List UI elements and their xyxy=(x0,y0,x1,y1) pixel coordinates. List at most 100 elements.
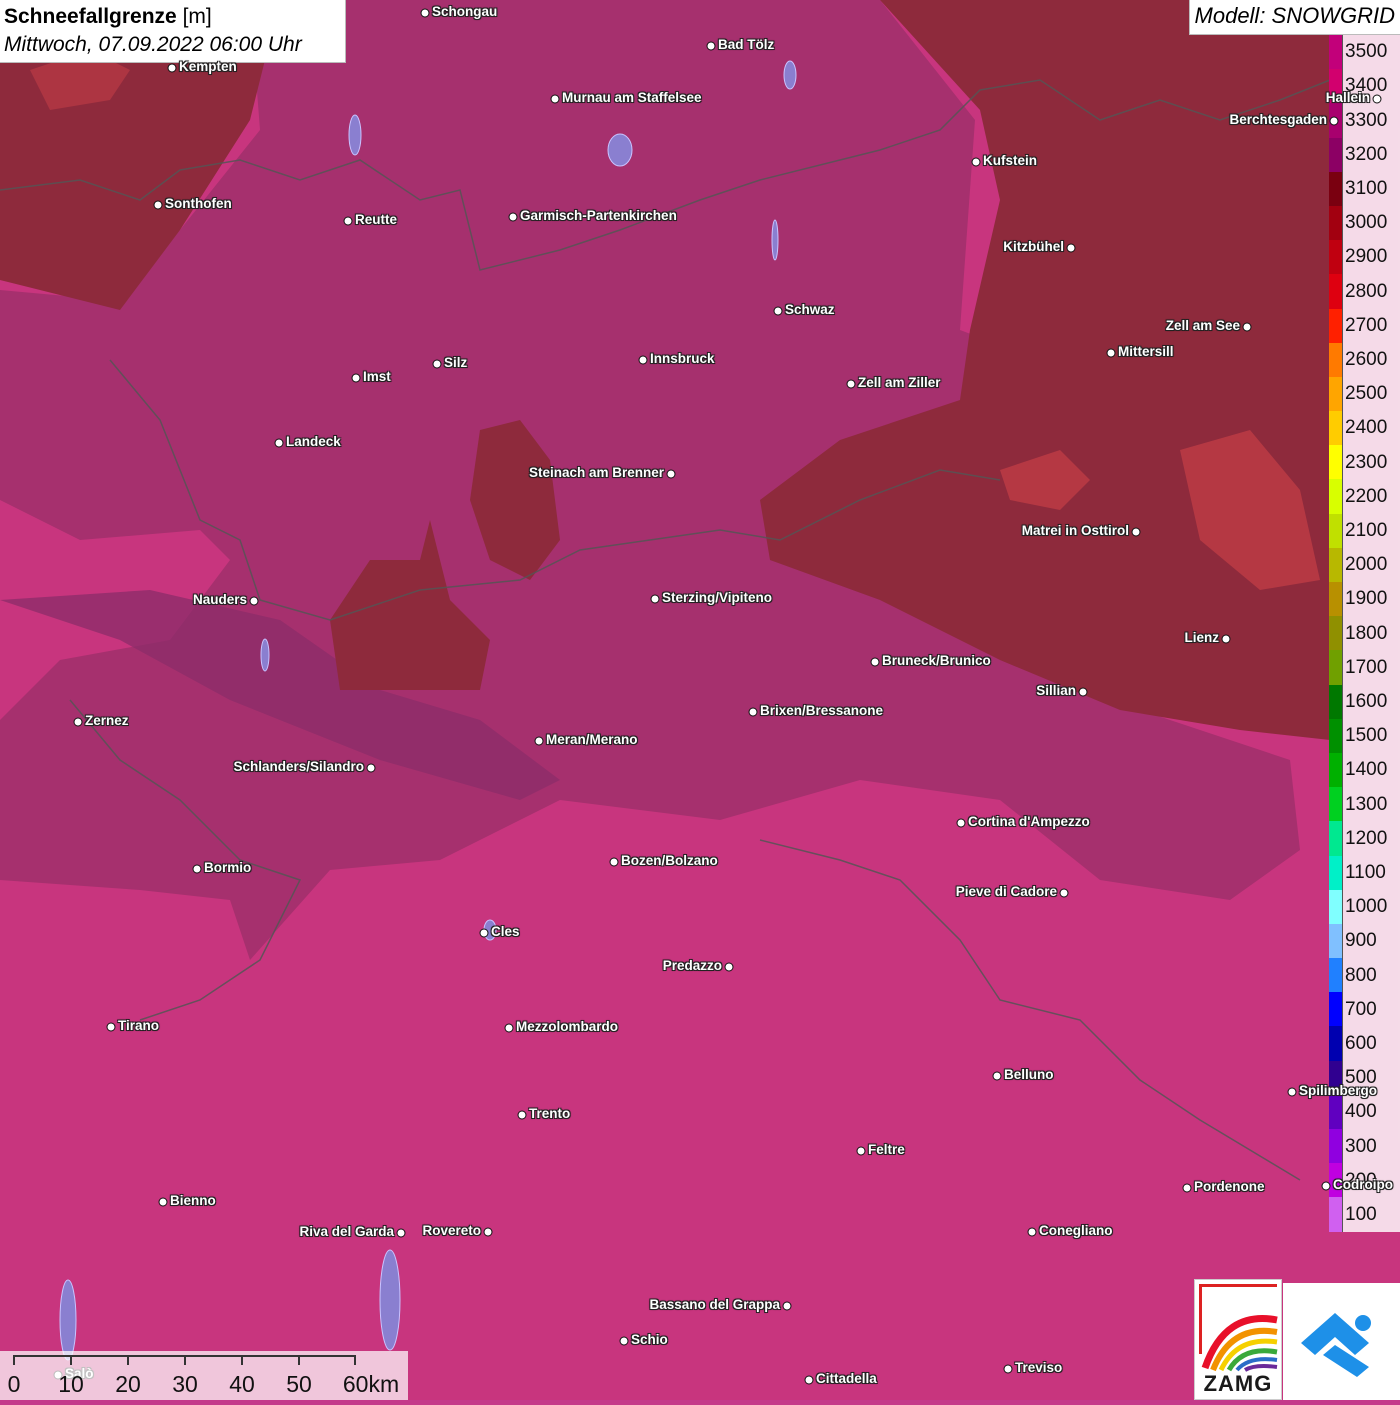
legend-swatch xyxy=(1329,376,1342,412)
legend-swatch xyxy=(1329,650,1342,685)
city-marker xyxy=(249,596,259,606)
legend-label: 1200 xyxy=(1345,827,1388,849)
legend-swatch xyxy=(1329,616,1342,651)
city-label: Silz xyxy=(444,355,468,370)
city-label: Reutte xyxy=(355,212,398,227)
city-marker xyxy=(782,1301,792,1311)
legend-label: 2800 xyxy=(1345,280,1388,302)
city-marker xyxy=(420,8,430,18)
city-label: Bormio xyxy=(204,860,252,875)
scale-tick xyxy=(354,1355,356,1365)
legend-label: 2500 xyxy=(1345,383,1388,405)
city-label: Treviso xyxy=(1015,1360,1063,1375)
city-label: Kitzbühel xyxy=(1003,239,1064,254)
scale-tick-label: 10 xyxy=(58,1371,84,1397)
city-marker xyxy=(1059,888,1069,898)
city-label: Cortina d'Ampezzo xyxy=(968,814,1090,829)
legend-swatch xyxy=(1329,35,1342,70)
city-marker xyxy=(274,438,284,448)
city-label: Trento xyxy=(529,1106,571,1121)
city-marker xyxy=(343,216,353,226)
legend-swatch xyxy=(1329,855,1342,890)
city-marker xyxy=(724,962,734,972)
legend-label: 2700 xyxy=(1345,314,1388,336)
city-label: Schio xyxy=(631,1332,668,1347)
city-label: Kufstein xyxy=(983,153,1037,168)
city-label: Zell am Ziller xyxy=(858,375,941,390)
zamg-logo-text: ZAMG xyxy=(1203,1371,1273,1396)
title-panel: Schneefallgrenze [m] Mittwoch, 07.09.202… xyxy=(0,0,346,63)
legend-swatch xyxy=(1329,958,1342,993)
scale-tick-label: 20 xyxy=(115,1371,141,1397)
city-label: Berchtesgaden xyxy=(1229,112,1327,127)
legend-label: 700 xyxy=(1345,998,1377,1020)
city-label: Sterzing/Vipiteno xyxy=(662,590,773,605)
city-marker xyxy=(534,736,544,746)
legend-label: 2000 xyxy=(1345,554,1388,576)
scale-bar: 0 10 20 30 40 50 60km xyxy=(0,1351,408,1400)
city-marker xyxy=(856,1146,866,1156)
city-marker xyxy=(804,1375,814,1385)
legend-label: 1600 xyxy=(1345,690,1388,712)
city-label: Bassano del Grappa xyxy=(649,1297,780,1312)
color-legend: 3500 3400 3300 3200 3100 3000 2900 2800 2700 2600… xyxy=(1329,35,1400,1232)
city-label: Belluno xyxy=(1004,1067,1054,1082)
scale-tick-label: 60km xyxy=(342,1371,400,1397)
legend-swatch xyxy=(1329,479,1342,514)
city-label: Pieve di Cadore xyxy=(955,884,1057,899)
scale-tick xyxy=(298,1355,300,1365)
city-marker xyxy=(1329,116,1339,126)
city-label: Schwaz xyxy=(785,302,835,317)
legend-swatch xyxy=(1329,1197,1342,1232)
city-marker xyxy=(158,1197,168,1207)
city-marker xyxy=(106,1022,116,1032)
city-label: Matrei in Osttirol xyxy=(1021,523,1129,538)
city-marker xyxy=(192,864,202,874)
city-label: Kempten xyxy=(179,59,237,74)
legend-swatch xyxy=(1329,342,1342,377)
legend-swatch xyxy=(1329,547,1342,582)
city-marker xyxy=(870,657,880,667)
city-label: Codroipo xyxy=(1333,1177,1393,1192)
legend-label: 2200 xyxy=(1345,485,1388,507)
city-label: Mittersill xyxy=(1118,344,1174,359)
scale-tick xyxy=(13,1355,15,1365)
legend-label: 3300 xyxy=(1345,109,1388,131)
city-label: Mezzolombardo xyxy=(516,1019,619,1034)
city-label: Bad Tölz xyxy=(718,37,775,52)
legend-swatch xyxy=(1329,1026,1342,1061)
city-marker xyxy=(1131,527,1141,537)
legend-label: 1000 xyxy=(1345,896,1388,918)
scale-tick-label: 50 xyxy=(286,1371,312,1397)
legend-swatch xyxy=(1329,821,1342,856)
scale-tick-label: 0 xyxy=(7,1371,21,1397)
city-marker xyxy=(619,1336,629,1346)
city-marker xyxy=(73,717,83,727)
legend-label: 1400 xyxy=(1345,759,1388,781)
legend-label: 2600 xyxy=(1345,348,1388,370)
legend-swatch xyxy=(1329,684,1342,719)
legend-swatch xyxy=(1329,513,1342,548)
city-marker xyxy=(167,63,177,73)
city-label: Cles xyxy=(491,924,520,939)
city-label: Sonthofen xyxy=(165,196,232,211)
city-marker xyxy=(956,818,966,828)
city-marker xyxy=(706,41,716,51)
legend-label: 3200 xyxy=(1345,143,1388,165)
city-marker xyxy=(550,94,560,104)
city-marker xyxy=(1003,1364,1013,1374)
legend-label: 400 xyxy=(1345,1101,1377,1123)
city-marker xyxy=(992,1071,1002,1081)
legend-label: 100 xyxy=(1345,1203,1377,1225)
city-label: Landeck xyxy=(286,434,341,449)
city-marker xyxy=(1321,1181,1331,1191)
city-label: Lienz xyxy=(1184,630,1219,645)
city-marker xyxy=(1242,322,1252,332)
legend-label: 900 xyxy=(1345,930,1377,952)
city-label: Predazzo xyxy=(662,958,722,973)
legend-label: 1900 xyxy=(1345,588,1388,610)
city-marker xyxy=(351,373,361,383)
city-marker xyxy=(1078,687,1088,697)
legend-swatch xyxy=(1329,274,1342,309)
city-marker xyxy=(517,1110,527,1120)
